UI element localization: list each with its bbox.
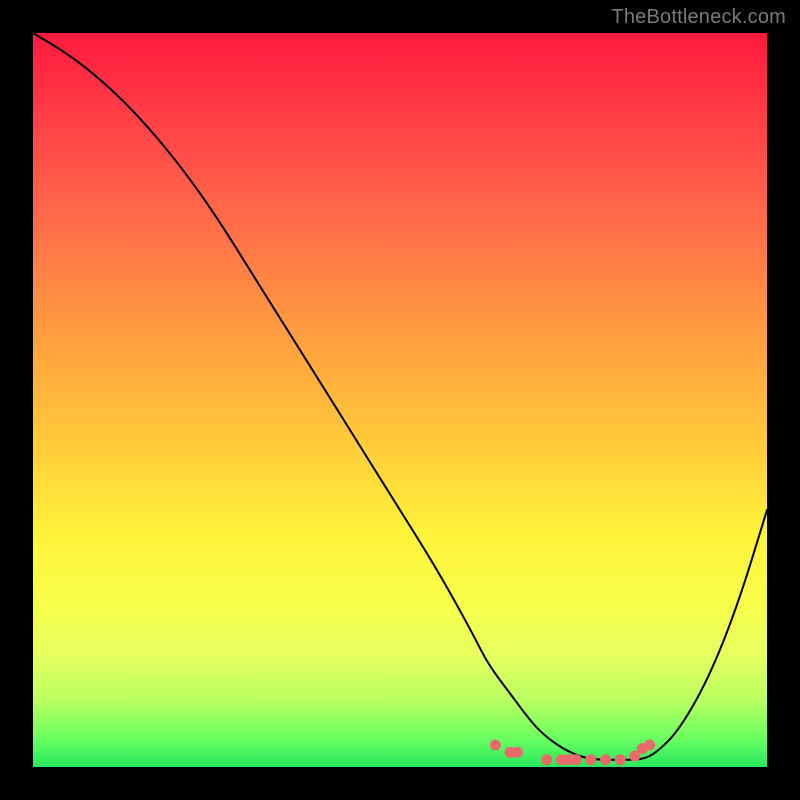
dot xyxy=(600,754,611,765)
plot-area xyxy=(33,33,767,767)
dot xyxy=(541,754,552,765)
watermark-text: TheBottleneck.com xyxy=(611,6,786,29)
dot xyxy=(490,740,501,751)
chart-svg xyxy=(33,33,767,767)
dot xyxy=(571,754,582,765)
dot xyxy=(585,754,596,765)
dot xyxy=(644,740,655,751)
dot xyxy=(615,754,626,765)
dot xyxy=(512,747,523,758)
chart-frame: TheBottleneck.com xyxy=(0,0,800,800)
bottleneck-curve xyxy=(33,33,767,760)
